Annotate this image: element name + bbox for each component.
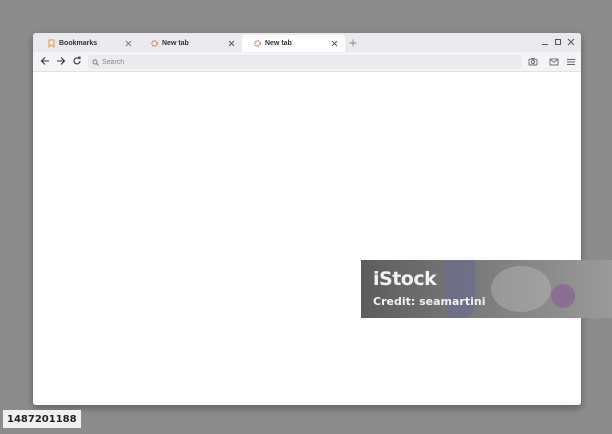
page-content [33, 73, 581, 405]
camera-button[interactable] [527, 56, 539, 68]
flower-icon [150, 39, 159, 48]
maximize-icon [554, 33, 562, 51]
search-bar[interactable] [88, 55, 522, 69]
watermark-decoration [551, 284, 575, 308]
tab-label: Bookmarks [59, 40, 98, 47]
watermark-decoration [491, 266, 551, 312]
close-icon [567, 33, 575, 51]
search-icon [92, 53, 99, 71]
maximize-button[interactable] [553, 37, 563, 47]
back-arrow-icon [40, 53, 50, 71]
new-tab-button[interactable] [347, 37, 358, 48]
forward-arrow-icon [56, 53, 66, 71]
tab-label: New tab [162, 40, 189, 47]
forward-button[interactable] [55, 56, 67, 68]
tab-bar: Bookmarks New tab New tab [33, 33, 581, 52]
toolbar [33, 52, 581, 72]
plus-icon [349, 34, 357, 52]
close-icon[interactable] [330, 39, 339, 48]
bookmark-icon [47, 39, 56, 48]
search-input[interactable] [102, 58, 522, 66]
minimize-icon [541, 33, 549, 51]
tab-new-tab-active[interactable]: New tab [242, 35, 345, 52]
watermark-credit: Credit: seamartini [373, 295, 486, 308]
minimize-button[interactable] [540, 37, 550, 47]
menu-icon [566, 53, 576, 71]
flower-icon [253, 39, 262, 48]
tab-label: New tab [265, 40, 292, 47]
image-id-label: 1487201188 [3, 410, 81, 428]
close-icon[interactable] [227, 39, 236, 48]
back-button[interactable] [39, 56, 51, 68]
menu-button[interactable] [565, 56, 577, 68]
browser-window: Bookmarks New tab New tab [33, 33, 581, 405]
close-icon[interactable] [124, 39, 133, 48]
stock-watermark: iStock Credit: seamartini [361, 260, 612, 318]
close-window-button[interactable] [566, 37, 576, 47]
tab-bookmarks[interactable]: Bookmarks [36, 35, 139, 52]
tab-new-tab[interactable]: New tab [139, 35, 242, 52]
watermark-decoration [445, 260, 475, 318]
reload-icon [72, 53, 82, 71]
mail-icon [549, 53, 559, 71]
mail-button[interactable] [548, 56, 560, 68]
reload-button[interactable] [71, 56, 83, 68]
camera-icon [528, 53, 538, 71]
watermark-logo: iStock [373, 268, 437, 290]
